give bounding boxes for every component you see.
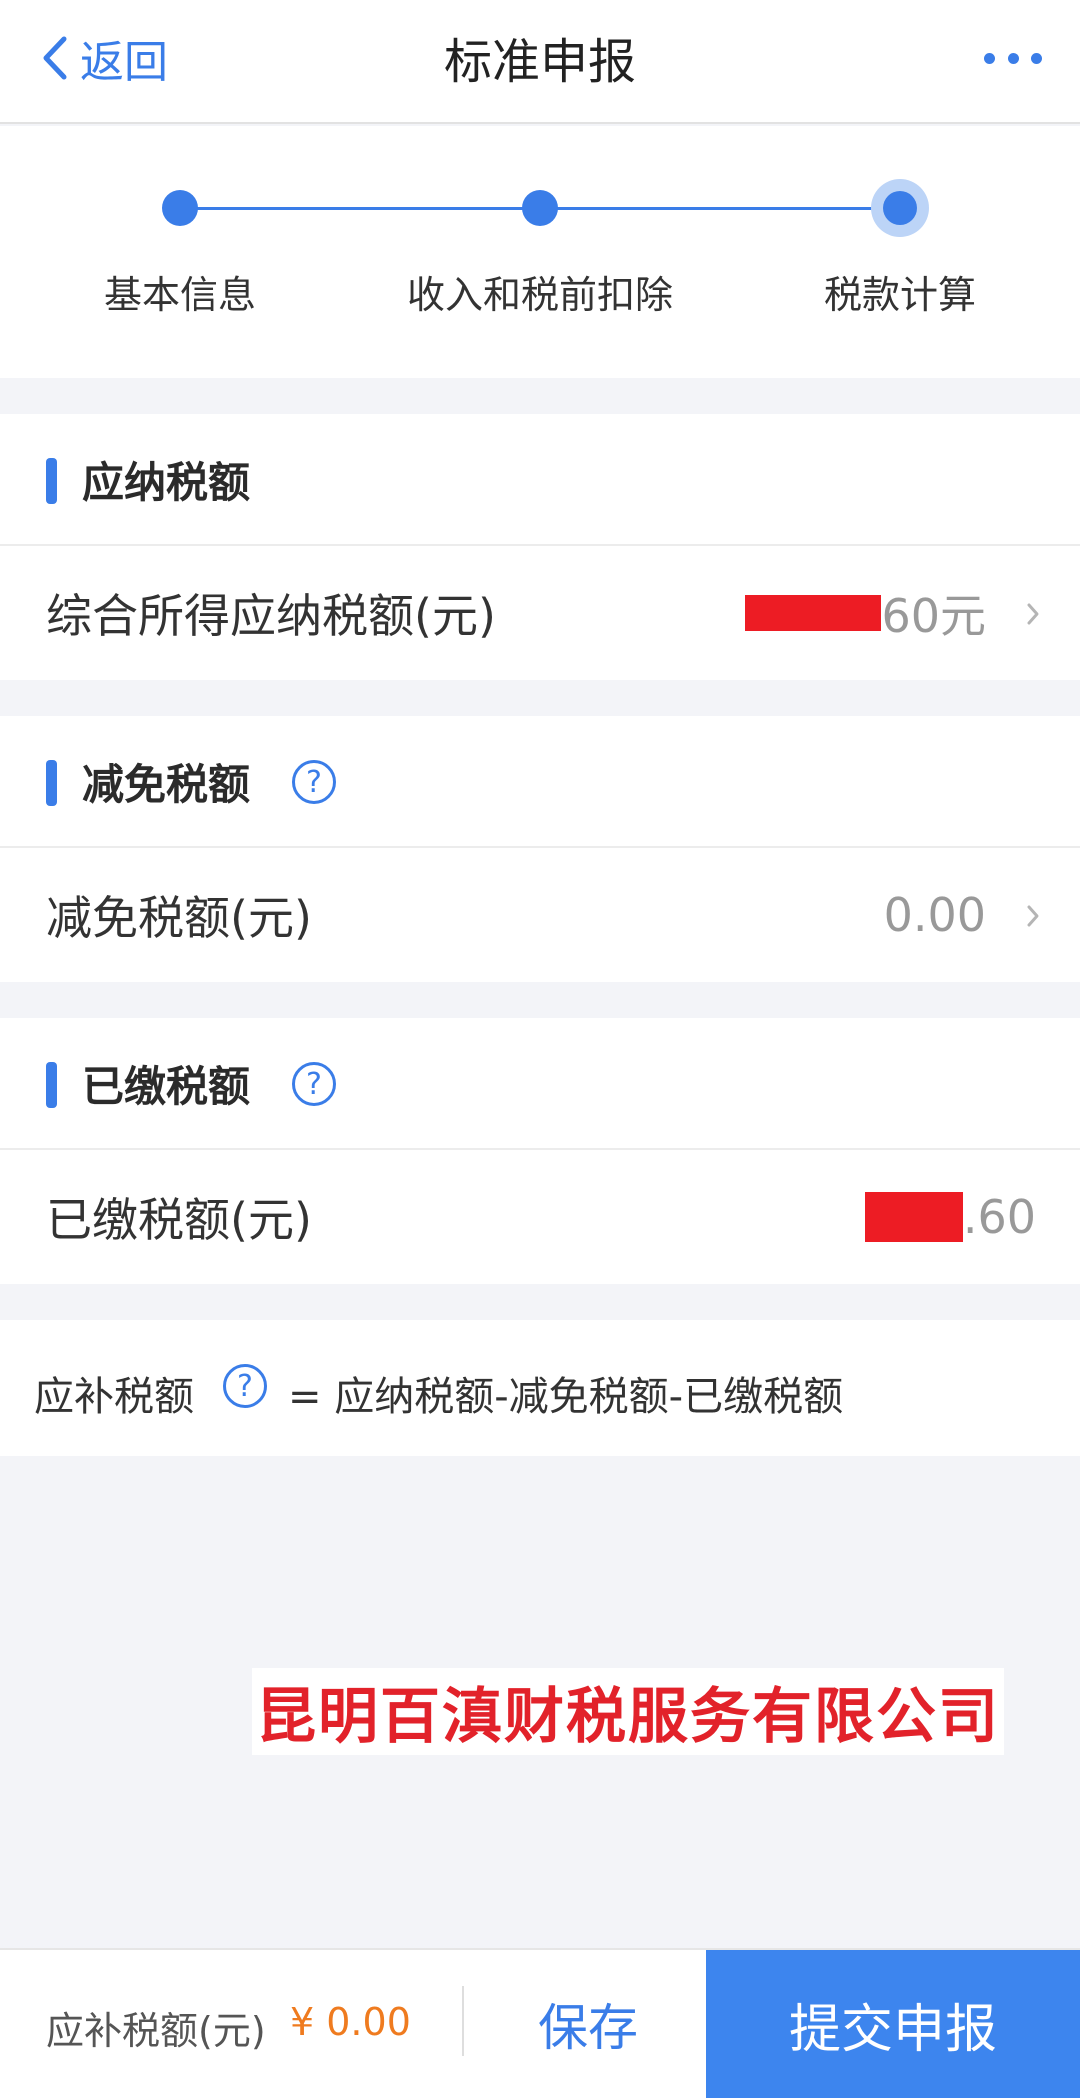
more-dot bbox=[984, 52, 995, 64]
step-dot-current bbox=[871, 179, 929, 237]
row-label: 综合所得应纳税额(元) bbox=[46, 589, 496, 643]
more-dot bbox=[1031, 52, 1042, 64]
formula-text: = 应纳税额-减免税额-已缴税额 bbox=[288, 1374, 844, 1420]
step-dot-done bbox=[522, 190, 558, 226]
row-tax-paid: 已缴税额(元) .60 bbox=[0, 1150, 1080, 1284]
step-connector bbox=[180, 207, 540, 210]
redaction-block bbox=[864, 1192, 963, 1242]
formula-label: 应补税额 bbox=[34, 1374, 194, 1420]
chevron-right-icon bbox=[1027, 905, 1039, 927]
section-tax-reduction: 减免税额 ? 减免税额(元) 0.00 bbox=[0, 716, 1080, 982]
row-label: 减免税额(元) bbox=[46, 891, 312, 945]
section-header: 已缴税额 ? bbox=[0, 1018, 1080, 1150]
section-title: 已缴税额 bbox=[82, 1061, 251, 1111]
submit-declaration-button[interactable]: 提交申报 bbox=[706, 1950, 1080, 2098]
row-value-text: 0.00 bbox=[883, 888, 986, 942]
section-accent-bar bbox=[46, 1062, 57, 1108]
section-title: 应纳税额 bbox=[82, 457, 251, 507]
section-header: 减免税额 ? bbox=[0, 716, 1080, 848]
tax-due-formula: 应补税额 ? = 应纳税额-减免税额-已缴税额 bbox=[0, 1320, 1080, 1456]
page-title: 标准申报 bbox=[443, 34, 636, 90]
progress-stepper: 基本信息 收入和税前扣除 税款计算 bbox=[0, 126, 1080, 378]
step-dot-done bbox=[162, 190, 198, 226]
row-value-text: .60 bbox=[962, 1190, 1036, 1244]
question-circle-icon[interactable]: ? bbox=[223, 1364, 267, 1408]
row-label: 已缴税额(元) bbox=[46, 1193, 312, 1247]
step-label-tax-calc: 税款计算 bbox=[823, 273, 976, 317]
section-title: 减免税额 bbox=[82, 759, 251, 809]
row-value: 60元 bbox=[745, 580, 986, 646]
tax-due-label: 应补税额(元) bbox=[46, 2009, 266, 2053]
step-connector bbox=[540, 207, 900, 210]
section-tax-payable: 应纳税额 综合所得应纳税额(元) 60元 bbox=[0, 414, 1080, 680]
save-button[interactable]: 保存 bbox=[470, 1950, 706, 2098]
more-dots-icon[interactable] bbox=[984, 38, 1042, 78]
more-dot bbox=[1007, 52, 1019, 64]
row-tax-reduction[interactable]: 减免税额(元) 0.00 bbox=[0, 848, 1080, 982]
row-comprehensive-tax-payable[interactable]: 综合所得应纳税额(元) 60元 bbox=[0, 546, 1080, 680]
nav-header: 返回 标准申报 bbox=[0, 0, 1080, 124]
row-value: 0.00 bbox=[884, 888, 986, 942]
step-label-basic-info: 基本信息 bbox=[103, 273, 256, 317]
company-watermark: 昆明百滇财税服务有限公司 bbox=[252, 1668, 1004, 1755]
section-accent-bar bbox=[46, 458, 57, 504]
bar-divider bbox=[462, 1986, 464, 2056]
section-tax-paid: 已缴税额 ? 已缴税额(元) .60 bbox=[0, 1018, 1080, 1284]
chevron-right-icon bbox=[1027, 603, 1039, 625]
step-label-income: 收入和税前扣除 bbox=[406, 273, 673, 317]
row-value: .60 bbox=[864, 1190, 1036, 1244]
redaction-block bbox=[745, 595, 882, 631]
section-header: 应纳税额 bbox=[0, 414, 1080, 546]
question-circle-icon[interactable]: ? bbox=[292, 1062, 336, 1106]
bottom-action-bar: 应补税额(元) ¥ 0.00 保存 提交申报 bbox=[0, 1948, 1080, 2098]
row-value-text: 60元 bbox=[881, 589, 986, 643]
tax-due-amount: ¥ 0.00 bbox=[290, 2000, 411, 2044]
section-accent-bar bbox=[46, 760, 57, 806]
question-circle-icon[interactable]: ? bbox=[292, 760, 336, 804]
